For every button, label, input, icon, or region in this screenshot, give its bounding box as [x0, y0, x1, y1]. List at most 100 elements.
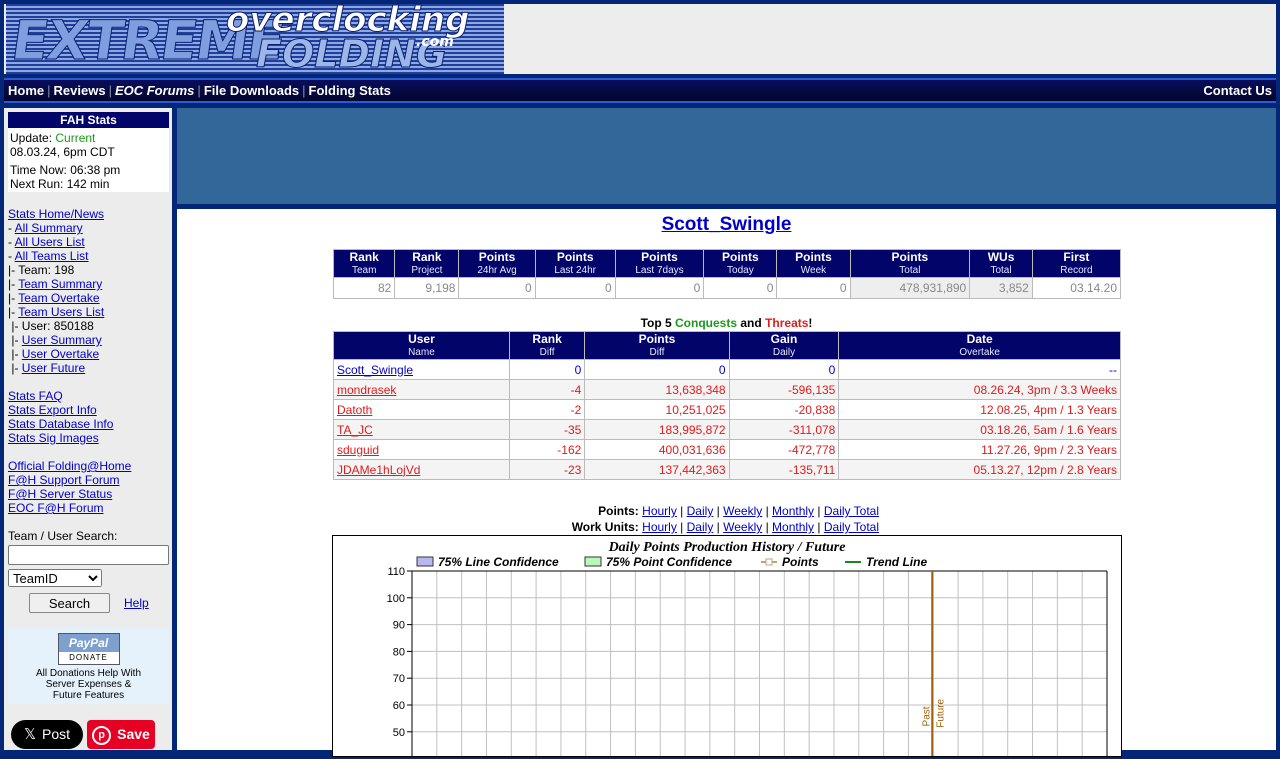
donate-message-3: Future Features: [52, 690, 125, 701]
nav-separator: |: [47, 83, 51, 98]
sidebar-link-f-h-server-status[interactable]: F@H Server Status: [8, 487, 112, 501]
points-daily-link[interactable]: Daily: [687, 504, 714, 518]
legend-swatch: [584, 556, 602, 567]
points-hourly-link[interactable]: Hourly: [642, 504, 677, 518]
user-name-title[interactable]: Scott_Swingle: [662, 214, 792, 235]
sidebar-link-stats-faq[interactable]: Stats FAQ: [8, 389, 63, 403]
col-subtitle: Daily: [772, 347, 796, 358]
ad-banner[interactable]: [177, 108, 1276, 205]
col-title: Points: [795, 250, 832, 264]
nav-eoc-forums[interactable]: EOC Forums: [115, 83, 194, 98]
sidebar-link-f-h-support-forum[interactable]: F@H Support Forum: [8, 473, 120, 487]
points-daily-total-link[interactable]: Daily Total: [824, 504, 879, 518]
top5-user-link[interactable]: sduguid: [337, 443, 379, 457]
nav-folding-stats[interactable]: Folding Stats: [309, 83, 391, 98]
top5-user-link[interactable]: TA_JC: [337, 423, 373, 437]
nav-file-downloads[interactable]: File Downloads: [204, 83, 299, 98]
top5-user-cell: sduguid: [333, 439, 510, 460]
col-title: Points: [556, 250, 594, 264]
sidebar-link-stats-database-info[interactable]: Stats Database Info: [8, 417, 113, 431]
sidebar-nav-item: Official Folding@Home: [8, 459, 131, 473]
sidebar-link-user-overtake[interactable]: User Overtake: [22, 347, 99, 361]
col-title: User: [408, 332, 435, 346]
col-subtitle: Last 24hr: [554, 265, 597, 276]
x-post-button[interactable]: 𝕏 Post: [11, 720, 83, 749]
top5-rank-diff: -35: [508, 419, 586, 440]
y-tick-label: 50: [393, 727, 405, 739]
sidebar-link-team-overtake[interactable]: Team Overtake: [18, 291, 99, 305]
top5-user-link[interactable]: Scott_Swingle: [337, 363, 413, 377]
nav-contact-us[interactable]: Contact Us: [1203, 83, 1272, 98]
help-link[interactable]: Help: [124, 596, 149, 610]
wu-hourly-link[interactable]: Hourly: [642, 520, 677, 534]
sidebar-nav-item: Stats Sig Images: [8, 431, 131, 445]
points-graph-links: Points: Hourly | Daily | Weekly | Monthl…: [177, 503, 879, 519]
sidebar-link-user-future[interactable]: User Future: [22, 361, 85, 375]
sidebar-link-all-teams-list[interactable]: All Teams List: [15, 249, 89, 263]
sidebar-link-team-users-list[interactable]: Team Users List: [18, 305, 104, 319]
search-button[interactable]: Search: [29, 593, 110, 613]
points-monthly-link[interactable]: Monthly: [772, 504, 814, 518]
past-label: Past: [921, 706, 932, 726]
sidebar-link-team-summary[interactable]: Team Summary: [18, 277, 102, 291]
nav-gap: [8, 375, 131, 389]
sidebar-link-user-summary[interactable]: User Summary: [22, 333, 102, 347]
wu-daily-link[interactable]: Daily: [687, 520, 714, 534]
sidebar-link-stats-home-news[interactable]: Stats Home/News: [8, 207, 104, 221]
col-subtitle: Total: [899, 265, 921, 276]
search-input[interactable]: [8, 545, 169, 565]
points-weekly-link[interactable]: Weekly: [723, 504, 762, 518]
nav-home[interactable]: Home: [8, 83, 44, 98]
top-navbar: Home | Reviews | EOC Forums | File Downloads | F…: [4, 78, 1276, 103]
sidebar-nav-item: |- User Summary: [8, 333, 131, 347]
wu-daily-total-link[interactable]: Daily Total: [824, 520, 879, 534]
next-run: Next Run: 142 min: [10, 177, 110, 191]
search-type-select[interactable]: TeamID: [8, 569, 102, 587]
pinterest-save-button[interactable]: p Save: [87, 720, 155, 749]
col-subtitle: Name: [408, 347, 435, 358]
summary-cell: 478,931,890: [849, 277, 971, 299]
top5-overtake-date: 12.08.25, 4pm / 1.3 Years: [838, 399, 1121, 420]
top5-gain-daily: -472,778: [728, 439, 840, 460]
top5-conquests-label: Conquests: [675, 316, 738, 330]
top5-overtake-date: 03.18.26, 5am / 1.6 Years: [838, 419, 1121, 440]
nav-reviews[interactable]: Reviews: [54, 83, 106, 98]
sidebar-link-all-users-list[interactable]: All Users List: [15, 235, 85, 249]
site-logo[interactable]: EXTREME overclocking FOLDING .com: [6, 4, 504, 74]
top5-row: mondrasek -4 13,638,348 -596,135 08.26.24, 3…: [333, 379, 1121, 400]
points-links: Hourly | Daily | Weekly | Monthly | Dail…: [642, 504, 879, 518]
sidebar-link-eoc-f-h-forum[interactable]: EOC F@H Forum: [8, 501, 104, 515]
sidebar-link-stats-export-info[interactable]: Stats Export Info: [8, 403, 97, 417]
link-separator: |: [676, 520, 687, 534]
top5-row: Scott_Swingle 0 0 0 --: [333, 359, 1121, 380]
top5-and: and: [740, 316, 762, 330]
summary-cell: 0: [458, 277, 536, 299]
col-title: First: [1063, 250, 1090, 264]
paypal-donate-button[interactable]: PayPal DONATE: [57, 633, 120, 665]
sidebar-nav-item: |- Team: 198: [8, 263, 131, 277]
top5-user-cell: JDAMe1hLojVd: [333, 459, 510, 480]
top5-user-link[interactable]: mondrasek: [337, 383, 396, 397]
top5-suffix: !: [808, 316, 813, 330]
top5-col-header: Rank Diff: [508, 331, 586, 360]
sidebar-link-stats-sig-images[interactable]: Stats Sig Images: [8, 431, 99, 445]
top5-gain-daily: -20,838: [728, 399, 840, 420]
top5-prefix: Top 5: [640, 316, 672, 330]
top5-col-header: Date Overtake: [838, 331, 1121, 360]
sidebar-link-official-folding-home[interactable]: Official Folding@Home: [8, 459, 131, 473]
sidebar-link-all-summary[interactable]: All Summary: [15, 221, 83, 235]
top5-row: TA_JC -35 183,995,872 -311,078 03.18.26, 5am…: [333, 419, 1121, 440]
summary-cell: 9,198: [394, 277, 460, 299]
top5-user-link[interactable]: Datoth: [337, 403, 372, 417]
nav-item-prefix: -: [8, 235, 15, 249]
top5-user-link[interactable]: JDAMe1hLojVd: [337, 463, 420, 477]
summary-col-header: Points Today: [703, 249, 778, 278]
link-separator: |: [762, 520, 773, 534]
col-title: Points: [638, 332, 676, 346]
wu-weekly-link[interactable]: Weekly: [723, 520, 762, 534]
link-separator: |: [676, 504, 687, 518]
col-title: Rank: [532, 332, 562, 346]
summary-col-header: Points Last 24hr: [534, 249, 616, 278]
legend-label: 75% Point Confidence: [606, 555, 732, 569]
wu-monthly-link[interactable]: Monthly: [772, 520, 814, 534]
